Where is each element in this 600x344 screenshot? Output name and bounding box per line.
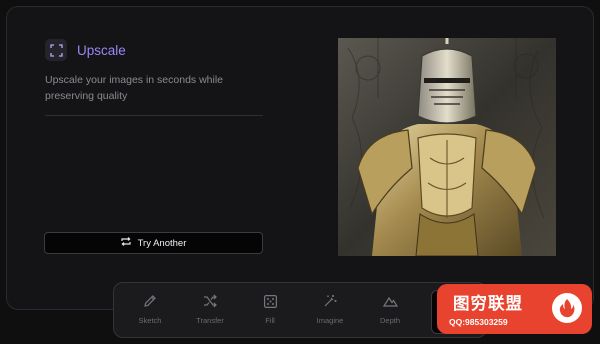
watermark-name: 图穷联盟 <box>453 294 523 313</box>
description: Upscale your images in seconds while pre… <box>45 74 224 102</box>
title-row: Upscale <box>45 39 275 61</box>
flame-icon <box>552 293 582 323</box>
try-another-label: Try Another <box>137 237 187 249</box>
tool-sketch-label: Sketch <box>138 316 162 325</box>
tool-dock: Sketch Transfer Fill Imagine Depth <box>113 282 487 338</box>
preview-image <box>338 38 556 256</box>
tool-fill[interactable]: Fill <box>242 293 298 333</box>
page-title: Upscale <box>77 42 126 58</box>
magic-wand-icon <box>322 293 338 309</box>
try-another-button[interactable]: Try Another <box>44 232 263 254</box>
watermark-badge: 图穷联盟 QQ:985303259 <box>437 284 592 334</box>
pencil-icon <box>142 293 158 309</box>
dice-grid-icon <box>262 293 278 309</box>
info-panel: Upscale Upscale your images in seconds w… <box>45 39 275 116</box>
knight-image <box>338 38 556 256</box>
tool-transfer-label: Transfer <box>196 316 224 325</box>
tool-fill-label: Fill <box>265 316 275 325</box>
tool-imagine-label: Imagine <box>316 316 344 325</box>
expand-corners-icon <box>45 39 67 61</box>
upscale-card: Upscale Upscale your images in seconds w… <box>6 6 594 310</box>
repeat-icon <box>121 237 131 249</box>
tool-sketch[interactable]: Sketch <box>122 293 178 333</box>
divider <box>45 115 263 116</box>
watermark-qq: QQ:985303259 <box>449 317 508 327</box>
tool-imagine[interactable]: Imagine <box>302 293 358 333</box>
tool-depth-label: Depth <box>379 316 400 325</box>
tool-depth[interactable]: Depth <box>362 293 418 333</box>
tool-transfer[interactable]: Transfer <box>182 293 238 333</box>
shuffle-icon <box>202 293 218 309</box>
mountain-icon <box>382 293 398 309</box>
